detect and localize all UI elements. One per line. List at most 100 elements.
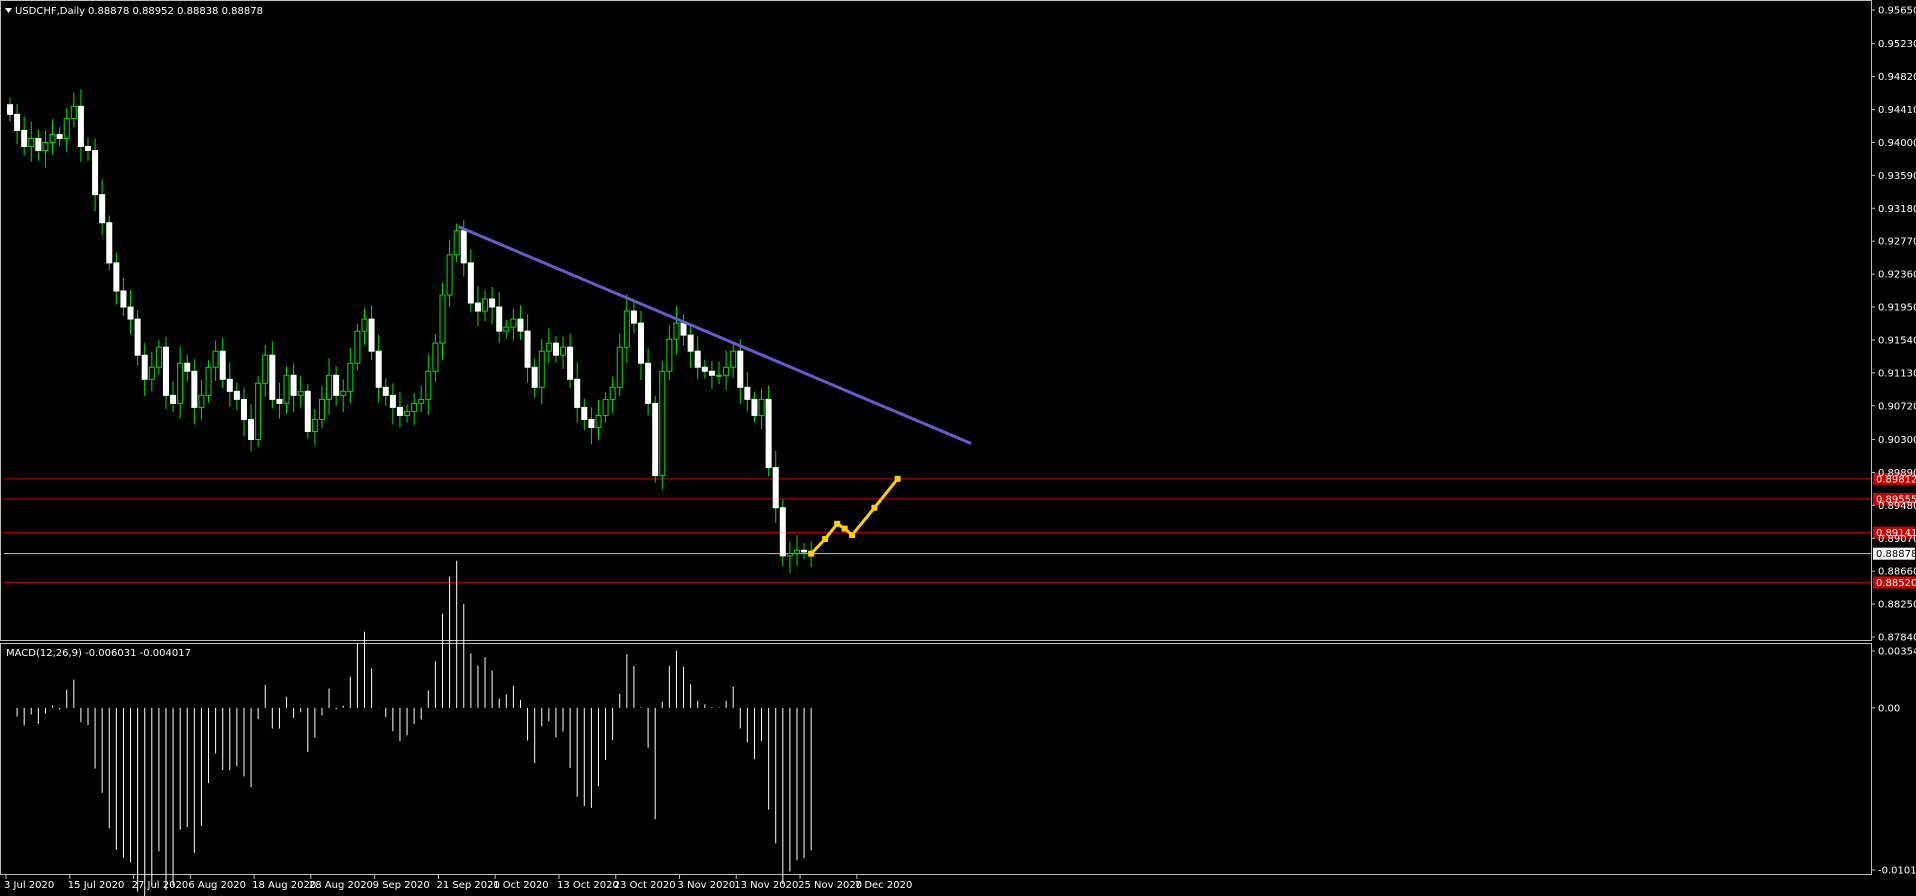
candle-body — [730, 350, 737, 368]
candle-body — [177, 362, 184, 404]
candle-body — [496, 306, 503, 332]
candle-body — [439, 294, 446, 344]
level-badge-label-current: 0.88878 — [1876, 549, 1916, 560]
candle-body — [120, 290, 127, 308]
candle-body — [77, 105, 84, 147]
price-tick-label: 0.93180 — [1878, 204, 1916, 215]
candle-body — [793, 549, 800, 555]
candle-body — [723, 366, 730, 376]
candle-body — [368, 318, 375, 352]
candle-body — [318, 398, 325, 420]
candle-body — [758, 398, 765, 416]
candle-body — [49, 133, 56, 143]
candle-body — [489, 298, 496, 308]
candle-body — [630, 310, 637, 324]
candle-body — [297, 390, 304, 396]
time-tick-label: 28 Aug 2020 — [309, 880, 373, 891]
candle-body — [191, 370, 198, 408]
candle-body — [652, 402, 659, 477]
candle-body — [148, 366, 155, 380]
time-tick-label: 18 Aug 2020 — [252, 880, 316, 891]
candle-body — [552, 342, 559, 356]
time-axis: 3 Jul 2020 15 Jul 2020 27 Jul 2020 6 Aug 20… — [4, 875, 912, 891]
price-tick-label: 0.92360 — [1878, 270, 1916, 281]
projection-group[interactable] — [808, 475, 901, 557]
candle-body — [694, 350, 701, 368]
collapse-triangle-icon[interactable] — [5, 8, 12, 13]
time-tick-label: 27 Jul 2020 — [132, 880, 189, 891]
candle-body — [786, 553, 793, 557]
candle-body — [240, 398, 247, 420]
macd-header: MACD(12,26,9) -0.006031 -0.004017 — [6, 648, 191, 659]
candle-body — [382, 386, 389, 396]
price-tick-label: 0.89070 — [1878, 534, 1916, 545]
candle-body — [623, 310, 630, 348]
candle-body — [460, 230, 467, 264]
candle-body — [28, 137, 35, 147]
candle-body — [361, 318, 368, 332]
candle-body — [311, 418, 318, 432]
candle-body — [517, 318, 524, 332]
price-tick-label: 0.91130 — [1878, 368, 1916, 379]
candle-body — [106, 222, 113, 264]
price-tick-label: 0.91540 — [1878, 335, 1916, 346]
candle-body — [212, 350, 219, 368]
candle-body — [503, 326, 510, 332]
candle-body — [680, 322, 687, 336]
level-lines: 0.898120.895550.891410.888780.88520 — [4, 472, 1916, 589]
macd-tick-label: -0.010118 — [1878, 866, 1916, 877]
candle-body — [716, 374, 722, 377]
candle-body — [155, 346, 162, 368]
time-tick-label: 15 Jul 2020 — [68, 880, 125, 891]
candle-body — [744, 386, 751, 400]
candle-body — [446, 254, 453, 296]
trendline-group[interactable] — [458, 225, 972, 445]
candle-body — [7, 104, 13, 115]
macd-panel-frame — [0, 643, 1872, 875]
candle-body — [574, 378, 581, 408]
candle-body — [425, 370, 432, 400]
candle-body — [588, 418, 595, 428]
candle-body — [56, 133, 63, 139]
time-tick-label: 13 Nov 2020 — [734, 880, 798, 891]
time-tick-label: 7 Dec 2020 — [855, 880, 913, 891]
time-tick-label: 3 Nov 2020 — [678, 880, 736, 891]
price-tick-label: 0.93590 — [1878, 171, 1916, 182]
projection-point — [841, 525, 848, 532]
macd-tick-label: 0.003546 — [1878, 647, 1916, 658]
candle-body — [687, 334, 694, 352]
ohlc-values: 0.88878 0.88952 0.88838 0.88878 — [88, 6, 263, 17]
projection-point — [822, 536, 829, 543]
price-tick-label: 0.90720 — [1878, 401, 1916, 412]
candle-body — [396, 406, 403, 416]
price-tick-label: 0.94410 — [1878, 105, 1916, 116]
candle-body — [326, 374, 333, 400]
time-tick-label: 21 Sep 2020 — [436, 880, 499, 891]
candle-body — [92, 149, 99, 196]
candle-body — [340, 390, 347, 396]
price-tick-label: 0.90300 — [1878, 435, 1916, 446]
time-tick-label: 23 Oct 2020 — [614, 880, 676, 891]
candle-body — [801, 549, 808, 553]
candle-body — [602, 398, 609, 416]
candle-body — [779, 507, 786, 557]
candle-body — [531, 366, 538, 388]
candle-body — [347, 362, 354, 392]
candle-body — [595, 414, 602, 428]
candle-body — [567, 346, 574, 380]
candle-body — [751, 398, 758, 416]
candle-body — [63, 117, 70, 139]
time-tick-label: 3 Jul 2020 — [4, 880, 54, 891]
candle-body — [701, 366, 708, 372]
candle-body — [411, 402, 418, 412]
time-tick-label: 13 Oct 2020 — [557, 880, 619, 891]
price-tick-label: 0.94820 — [1878, 72, 1916, 83]
candle-body — [581, 406, 588, 420]
candle-body — [333, 374, 340, 396]
price-chart[interactable]: USDCHF,Daily 0.88878 0.88952 0.88838 0.8… — [0, 0, 1916, 896]
candle-body — [162, 346, 169, 396]
projection-point — [808, 550, 815, 557]
candle-body — [737, 350, 744, 388]
candle-body — [127, 306, 134, 320]
macd-histogram — [16, 560, 812, 896]
